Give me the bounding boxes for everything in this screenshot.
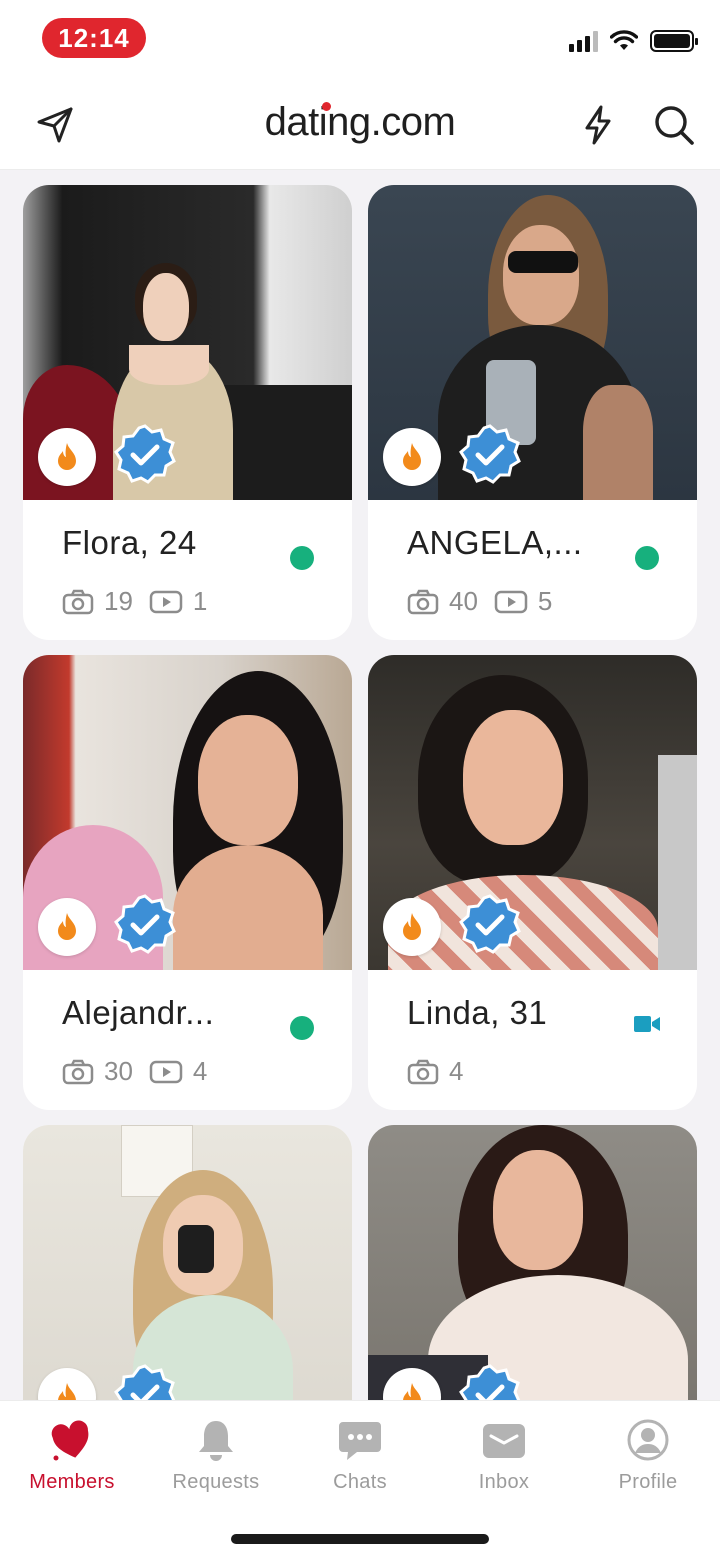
app-header: dating.com (0, 80, 720, 170)
nav-label: Inbox (478, 1471, 530, 1493)
member-stats: 19 1 (62, 586, 213, 617)
verified-badge-icon (114, 424, 176, 484)
member-info: Linda, 31 4 (368, 970, 697, 1110)
video-count: 1 (192, 586, 208, 616)
status-time: 12:14 (42, 18, 146, 58)
photo-count: 40 (449, 586, 478, 616)
members-grid: Flora, 24 19 1 ANGELA,... 40 5 Alejandr.… (23, 185, 697, 1400)
member-photo[interactable] (368, 1125, 697, 1400)
video-count: 4 (192, 1056, 208, 1086)
nav-label: Members (29, 1471, 115, 1493)
fire-icon (383, 428, 441, 486)
member-card[interactable] (368, 1125, 697, 1400)
status-bar: 12:14 (0, 0, 720, 80)
member-stats: 30 4 (62, 1056, 213, 1087)
home-indicator[interactable] (231, 1534, 489, 1544)
camera-icon (62, 589, 94, 614)
member-card[interactable]: Flora, 24 19 1 (23, 185, 352, 640)
member-stats: 4 (407, 1056, 469, 1087)
member-photo[interactable] (23, 1125, 352, 1400)
nav-label: Profile (618, 1471, 678, 1493)
chat-bubble-icon (339, 1422, 381, 1460)
member-name: Linda, 31 (407, 994, 548, 1031)
verified-badge-icon (459, 424, 521, 484)
member-card[interactable]: Alejandr... 30 4 (23, 655, 352, 1110)
camera-icon (407, 589, 439, 614)
wifi-icon (610, 30, 638, 50)
nav-profile[interactable]: Profile (576, 1417, 720, 1494)
search-icon[interactable] (651, 102, 697, 148)
camera-icon (62, 1059, 94, 1084)
nav-requests[interactable]: Requests (144, 1417, 288, 1494)
battery-icon (650, 30, 698, 52)
member-card[interactable]: Linda, 31 4 (368, 655, 697, 1110)
photo-count: 19 (104, 586, 133, 616)
verified-badge-icon (114, 894, 176, 954)
nav-members[interactable]: Members (0, 1417, 144, 1494)
video-icon (494, 590, 528, 613)
verified-badge-icon (114, 1364, 176, 1400)
fire-icon (38, 428, 96, 486)
online-status-indicator (290, 1016, 314, 1040)
member-name: Flora, 24 (62, 524, 197, 561)
heart-icon (51, 1420, 89, 1461)
boost-lightning-icon[interactable] (575, 102, 621, 148)
member-info: ANGELA,... 40 5 (368, 500, 697, 640)
verified-badge-icon (459, 1364, 521, 1400)
nav-inbox[interactable]: Inbox (432, 1417, 576, 1494)
video-call-icon[interactable] (633, 1014, 661, 1034)
verified-badge-icon (459, 894, 521, 954)
photo-count: 30 (104, 1056, 133, 1086)
video-count: 5 (537, 586, 553, 616)
envelope-icon (483, 1424, 525, 1458)
member-card[interactable]: ANGELA,... 40 5 (368, 185, 697, 640)
cellular-signal-icon (569, 30, 598, 52)
member-stats: 40 5 (407, 586, 558, 617)
member-card[interactable] (23, 1125, 352, 1400)
fire-icon (383, 898, 441, 956)
video-icon (149, 590, 183, 613)
bell-icon (199, 1421, 233, 1461)
nav-chats[interactable]: Chats (288, 1417, 432, 1494)
camera-icon (407, 1059, 439, 1084)
member-name: ANGELA,... (407, 524, 583, 561)
member-info: Alejandr... 30 4 (23, 970, 352, 1110)
online-status-indicator (290, 546, 314, 570)
user-circle-icon (627, 1419, 669, 1461)
fire-icon (38, 898, 96, 956)
member-info: Flora, 24 19 1 (23, 500, 352, 640)
online-status-indicator (635, 546, 659, 570)
nav-label: Requests (172, 1471, 260, 1493)
status-icons (569, 30, 698, 52)
video-icon (149, 1060, 183, 1083)
photo-count: 4 (449, 1056, 464, 1086)
member-name: Alejandr... (62, 994, 215, 1031)
nav-label: Chats (333, 1471, 387, 1493)
